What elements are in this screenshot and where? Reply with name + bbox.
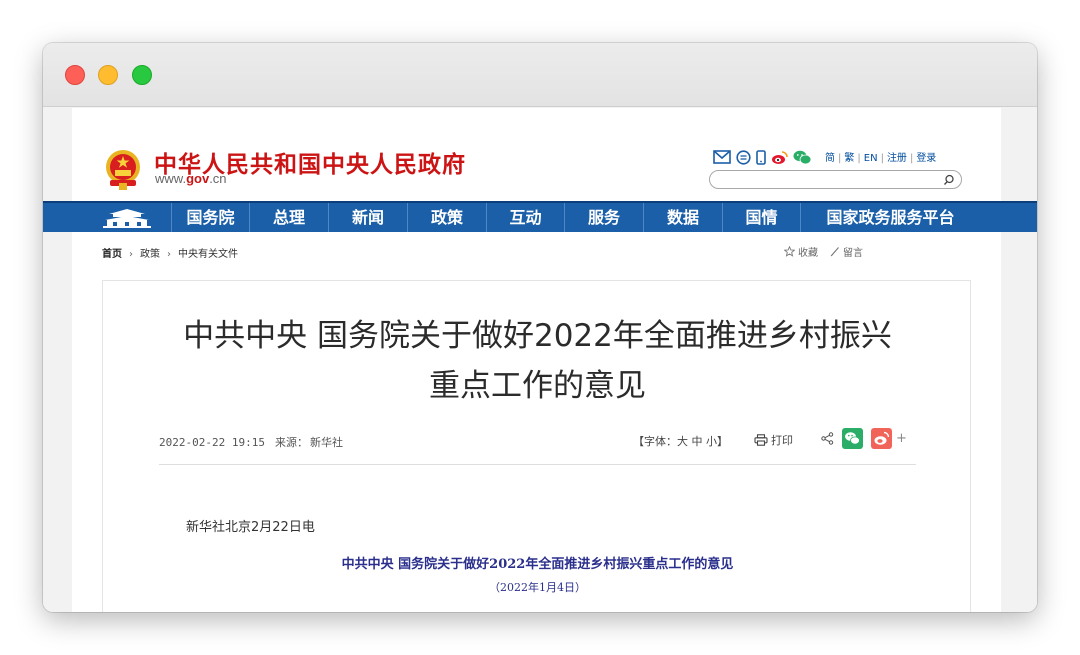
article-dateline: 新华社北京2月22日电 — [186, 520, 315, 535]
printer-icon — [754, 434, 768, 446]
breadcrumb-policy[interactable]: 政策 — [140, 249, 160, 260]
pencil-icon — [830, 247, 839, 257]
print-label: 打印 — [771, 434, 793, 447]
nav-item-state-council[interactable]: 国务院 — [171, 203, 249, 232]
mobile-icon[interactable] — [756, 149, 766, 165]
share-icon[interactable] — [821, 432, 834, 445]
window-titlebar — [43, 43, 1037, 107]
nav-item-premier[interactable]: 总理 — [249, 203, 328, 232]
font-size-selector[interactable]: 【字体：大 中 小】 — [633, 433, 728, 449]
tiananmen-home-icon[interactable] — [101, 206, 153, 230]
browser-window: 中华人民共和国中央人民政府 www.gov.cn 简 | 繁 | EN | 注册… — [43, 43, 1037, 612]
share-bar: + — [821, 428, 907, 449]
maximize-window-button[interactable] — [132, 65, 152, 85]
login-link[interactable]: 登录 — [916, 153, 936, 164]
weibo-share-icon[interactable] — [871, 428, 892, 449]
close-window-button[interactable] — [65, 65, 85, 85]
weibo-icon[interactable] — [771, 150, 788, 165]
meta-divider — [159, 464, 916, 465]
page-content: 中华人民共和国中央人民政府 www.gov.cn 简 | 繁 | EN | 注册… — [43, 108, 1037, 612]
source-label: 来源： — [274, 436, 308, 449]
article-meta: 2022-02-22 19:15 来源： 新华社 — [159, 434, 343, 450]
url-prefix: www. — [155, 171, 187, 186]
article-container: 中共中央 国务院关于做好2022年全面推进乡村振兴 重点工作的意见 2022-0… — [102, 280, 971, 612]
favorite-label: 收藏 — [798, 248, 818, 259]
link-separator: | — [838, 153, 842, 164]
comment-button[interactable]: 留言 — [830, 244, 863, 259]
breadcrumb-home[interactable]: 首页 — [102, 249, 122, 260]
breadcrumb: 首页 › 政策 › 中央有关文件 — [102, 245, 238, 260]
breadcrumb-separator: › — [129, 249, 133, 260]
main-nav: 国务院 总理 新闻 政策 互动 服务 数据 国情 国家政务服务平台 — [43, 201, 1037, 232]
link-separator: | — [857, 153, 861, 164]
print-button[interactable]: 打印 — [754, 432, 793, 448]
register-link[interactable]: 注册 — [887, 153, 907, 164]
wechat-icon[interactable] — [793, 150, 812, 165]
nav-item-data[interactable]: 数据 — [643, 203, 722, 232]
breadcrumb-separator: › — [167, 249, 171, 260]
lang-traditional-link[interactable]: 繁 — [844, 153, 854, 164]
nav-item-news[interactable]: 新闻 — [328, 203, 407, 232]
site-url[interactable]: www.gov.cn — [155, 171, 227, 186]
url-domain: gov — [186, 171, 210, 186]
comment-label: 留言 — [843, 248, 863, 259]
search-input[interactable] — [718, 174, 943, 192]
article-title: 中共中央 国务院关于做好2022年全面推进乡村振兴 重点工作的意见 — [103, 311, 972, 411]
document-date: （2022年1月4日） — [489, 581, 586, 594]
source-name: 新华社 — [309, 436, 343, 449]
share-more-button[interactable]: + — [896, 431, 907, 446]
publish-datetime: 2022-02-22 19:15 — [159, 436, 265, 449]
nav-item-interaction[interactable]: 互动 — [486, 203, 564, 232]
search-icon[interactable] — [943, 174, 955, 186]
page-tools: 收藏 留言 — [784, 244, 863, 259]
article-title-line-1: 中共中央 国务院关于做好2022年全面推进乡村振兴 — [183, 318, 892, 354]
nav-item-policy[interactable]: 政策 — [407, 203, 486, 232]
top-icon-bar — [713, 148, 812, 166]
favorite-button[interactable]: 收藏 — [784, 244, 818, 259]
page-viewport: 中华人民共和国中央人民政府 www.gov.cn 简 | 繁 | EN | 注册… — [43, 108, 1037, 612]
wechat-share-icon[interactable] — [842, 428, 863, 449]
minimize-window-button[interactable] — [98, 65, 118, 85]
nav-item-national-info[interactable]: 国情 — [722, 203, 800, 232]
link-separator: | — [880, 153, 884, 164]
national-emblem-icon[interactable] — [102, 147, 144, 191]
nav-item-services[interactable]: 服务 — [564, 203, 643, 232]
document-title: 中共中央 国务院关于做好2022年全面推进乡村振兴重点工作的意见 — [341, 557, 734, 572]
message-icon[interactable] — [736, 149, 751, 165]
mail-icon[interactable] — [713, 150, 731, 164]
star-icon — [784, 246, 795, 257]
lang-english-link[interactable]: EN — [864, 153, 878, 164]
link-separator: | — [909, 153, 914, 164]
lang-simplified-link[interactable]: 简 — [825, 153, 835, 164]
top-links: 简 | 繁 | EN | 注册 | 登录 — [825, 149, 936, 164]
article-title-line-2: 重点工作的意见 — [429, 368, 646, 404]
breadcrumb-central-docs[interactable]: 中央有关文件 — [178, 249, 238, 260]
nav-item-gov-service-platform[interactable]: 国家政务服务平台 — [800, 203, 980, 232]
url-suffix: .cn — [209, 171, 227, 186]
search-box — [709, 170, 962, 192]
